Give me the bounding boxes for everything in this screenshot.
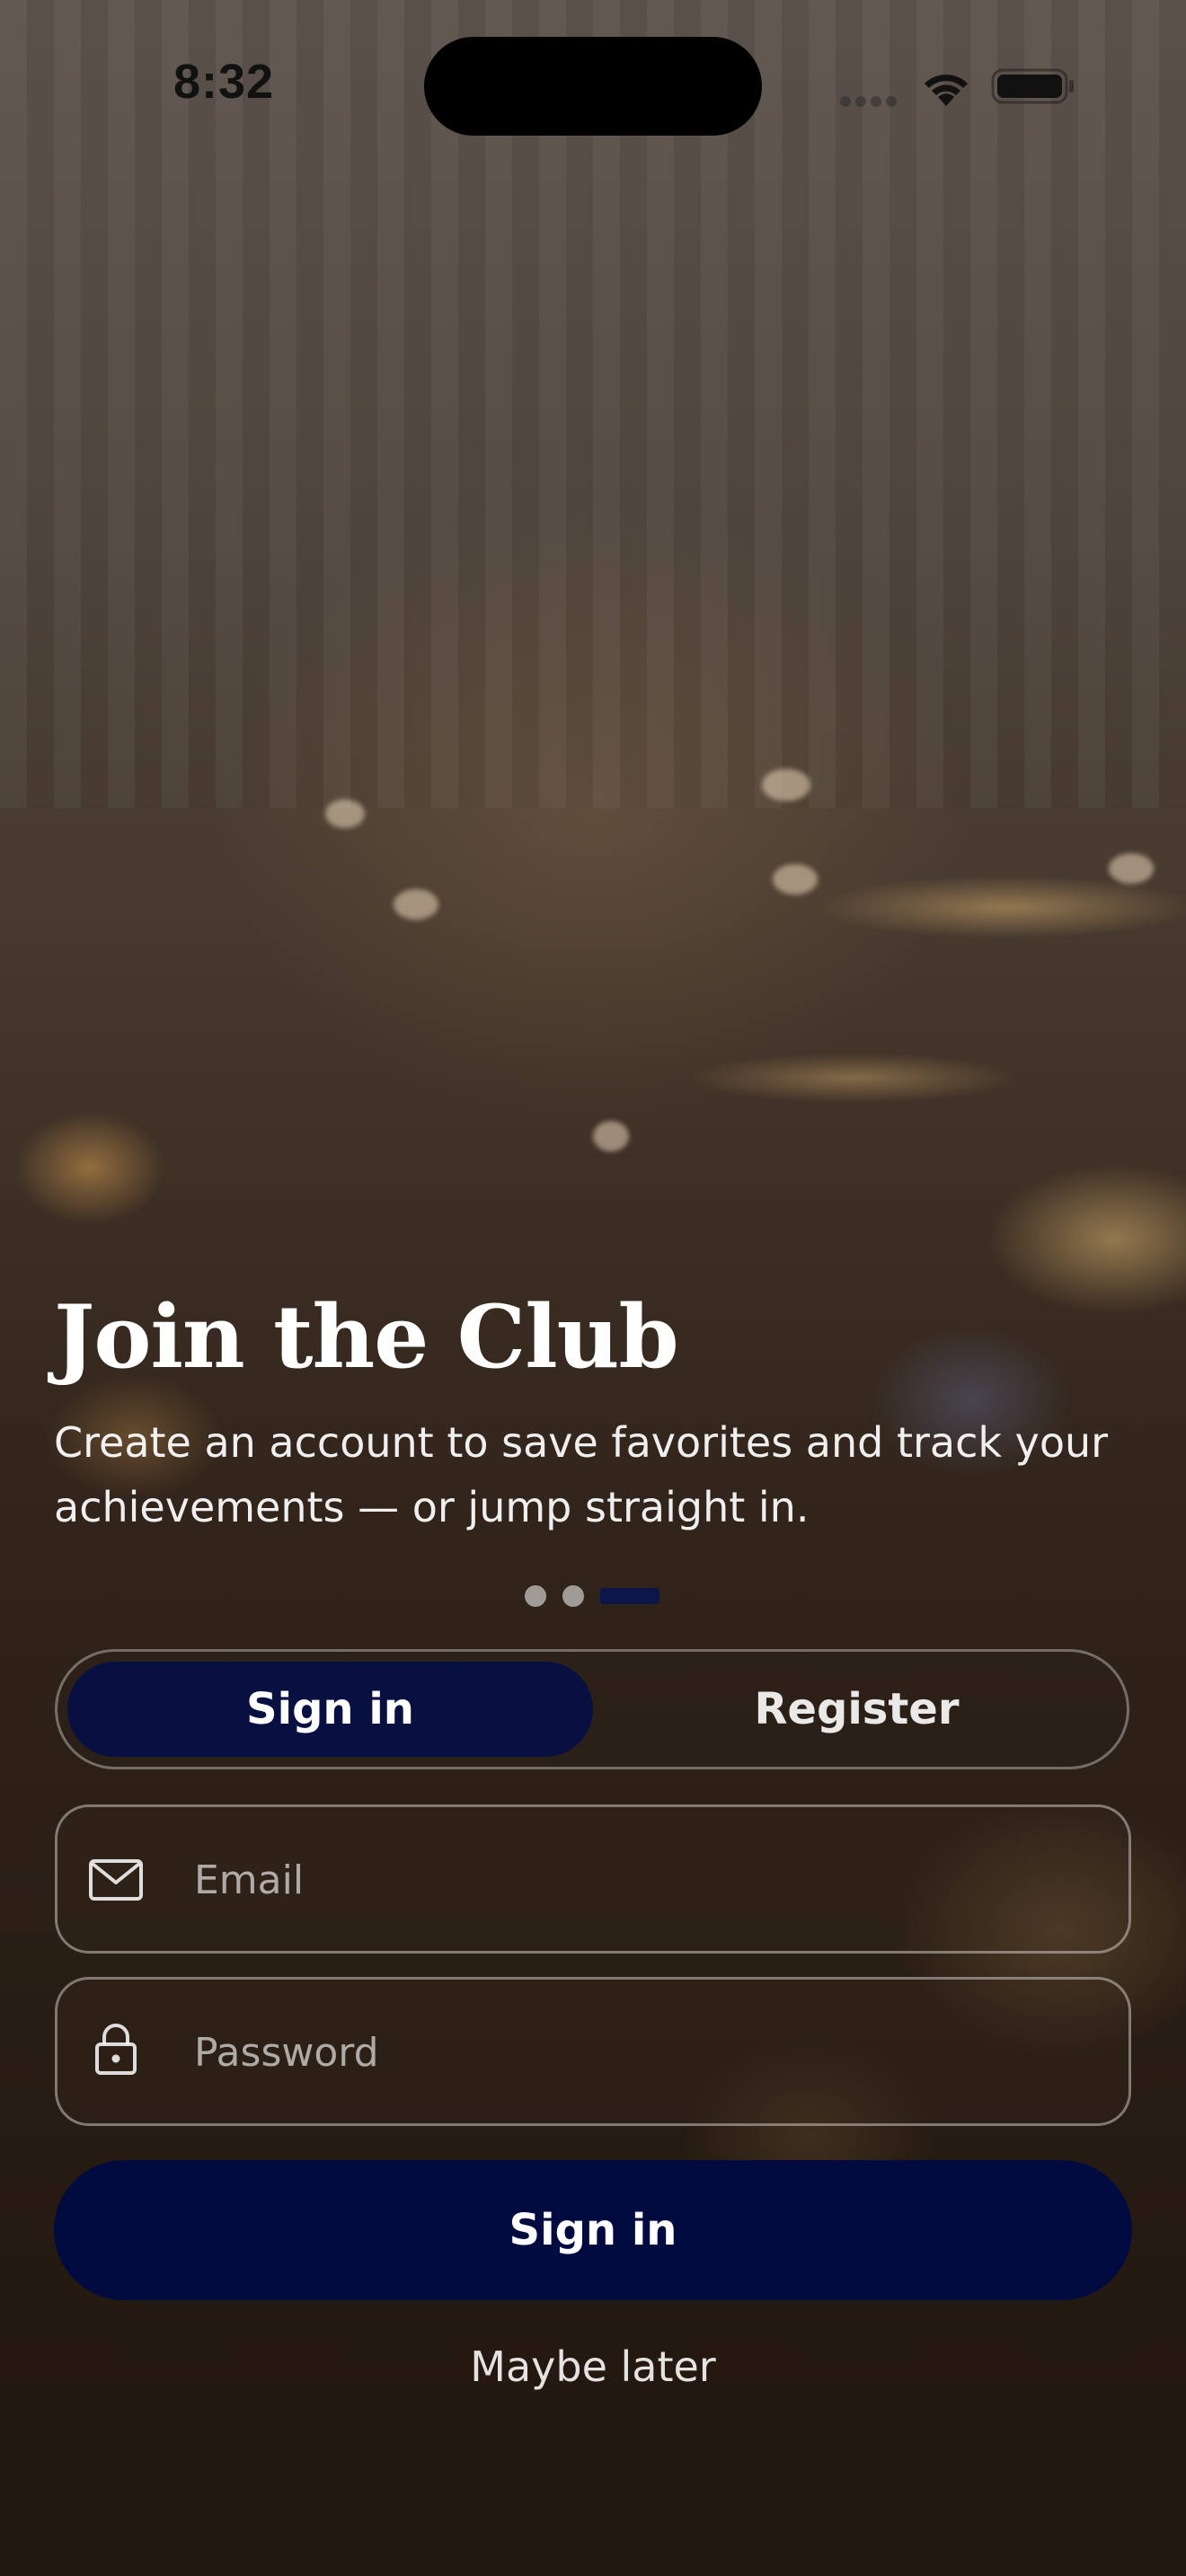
background-light	[762, 769, 810, 801]
tab-register[interactable]: Register	[594, 1662, 1120, 1757]
email-field-container	[55, 1804, 1131, 1954]
status-icons	[840, 63, 1083, 108]
email-input[interactable]	[192, 1834, 1094, 1926]
page-indicator	[525, 1584, 668, 1607]
background-light	[773, 864, 818, 895]
password-field-container	[55, 1977, 1131, 2126]
lock-icon	[95, 2024, 137, 2075]
tab-sign-in[interactable]: Sign in	[67, 1662, 593, 1757]
battery-icon	[991, 68, 1074, 104]
background-light	[1109, 853, 1154, 884]
envelope-icon	[89, 1859, 143, 1901]
status-time: 8:32	[173, 55, 275, 109]
dynamic-island	[424, 37, 762, 136]
auth-mode-toggle: Sign in Register	[55, 1649, 1129, 1769]
sign-in-button[interactable]: Sign in	[54, 2160, 1132, 2300]
background-light	[394, 889, 438, 920]
password-input[interactable]	[192, 2007, 1094, 2098]
maybe-later-link[interactable]: Maybe later	[323, 2335, 863, 2398]
background-light	[593, 1121, 629, 1151]
page-subtitle: Create an account to save favorites and …	[54, 1418, 1109, 1531]
cellular-signal-icon	[840, 93, 903, 107]
wifi-icon	[925, 75, 968, 106]
page-dot-active[interactable]	[600, 1588, 659, 1604]
page-title: Join the Club	[54, 1286, 679, 1388]
status-bar: 8:32	[0, 0, 1186, 171]
page-dot[interactable]	[525, 1585, 546, 1607]
background-light	[325, 799, 365, 828]
page-dot[interactable]	[562, 1585, 584, 1607]
